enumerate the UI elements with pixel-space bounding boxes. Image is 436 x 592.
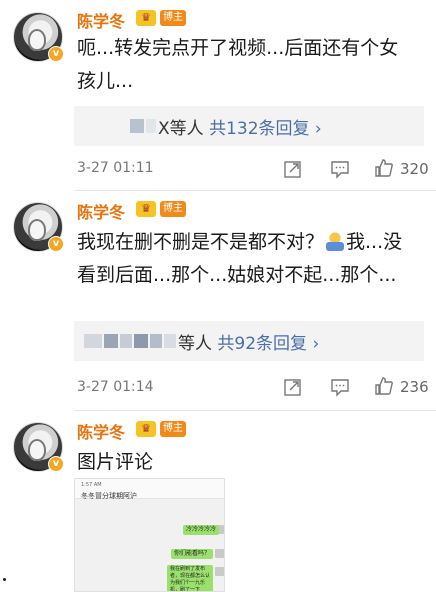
reply-count-link[interactable]: 共92条回复 [217,334,307,354]
blurred-username [120,334,132,348]
like-count: 320 [400,160,429,178]
verified-badge-icon: v [48,46,64,62]
chevron-right-icon: › [312,334,320,354]
like-count: 236 [400,378,429,396]
like-icon[interactable] [374,376,394,396]
comment-icon[interactable] [330,159,350,179]
chat-bubble: 冷冷冷冷冷 [183,525,220,535]
author-name[interactable]: 陈学冬 [77,8,125,32]
blurred-username [84,334,102,348]
comment-item-1: v 陈学冬 ♛ 博主 呃...转发完点开了视频...后面还有个女孩儿... X等… [0,0,436,190]
author-tag: 博主 [160,201,186,217]
chevron-right-icon: › [314,119,322,139]
reply-summary[interactable]: 等人 共92条回复 › [74,321,424,361]
chat-status-bar: 1:57 AM [81,482,102,488]
blurred-username [150,334,162,348]
like-icon[interactable] [374,158,394,178]
chat-bubble: 我在刷到了发布者，现在都怎么认为我们个一九乐机，刷了一下 [167,565,213,591]
comment-text: 我现在删不删是不是都不对？ 我...没看到后面...那个...姑娘对不起...那个… [77,226,417,292]
chat-title: 冬冬冒分球期阿沪 [81,492,137,500]
blurred-username [130,119,144,133]
reply-count-link[interactable]: 共132条回复 [209,119,309,139]
author-name[interactable]: 陈学冬 [77,199,125,223]
blurred-username [104,334,118,348]
comment-icon[interactable] [330,377,350,397]
crown-icon: ♛ [136,421,156,437]
list-bullet [3,578,6,581]
timestamp: 3-27 01:14 [77,379,154,395]
chat-avatar [215,549,224,558]
verified-badge-icon: v [48,456,64,472]
comment-text-part: 我现在删不删是不是都不对？ [77,231,325,253]
blurred-username [134,334,148,348]
chat-bubble: 你们能看吗？ [171,549,214,559]
reply-users-suffix: 等人 [178,334,212,354]
author-tag: 博主 [160,421,186,437]
crown-icon: ♛ [136,201,156,217]
share-icon[interactable] [283,159,303,179]
reply-text: X等人 共132条回复 › [158,114,322,139]
timestamp: 3-27 01:11 [77,160,154,176]
reply-users-suffix: X等人 [158,119,204,139]
blurred-username [164,334,176,348]
crown-icon: ♛ [136,10,156,26]
verified-badge-icon: v [48,236,64,252]
reply-summary[interactable]: X等人 共132条回复 › [74,106,424,146]
blurred-username [146,119,156,133]
emoji-icon [326,231,345,251]
comment-image[interactable]: 1:57 AM 冬冬冒分球期阿沪 冷冷冷冷冷 你们能看吗？ 我在刷到了发布者，现… [74,478,225,592]
comment-text: 呃...转发完点开了视频...后面还有个女孩儿... [77,37,399,92]
share-icon[interactable] [283,377,303,397]
author-tag: 博主 [160,10,186,26]
author-name[interactable]: 陈学冬 [77,419,125,443]
chat-avatar [215,567,224,576]
reply-text: 等人 共92条回复 › [178,329,319,354]
comment-text: 图片评论 [77,451,154,473]
comment-item-2: v 陈学冬 ♛ 博主 我现在删不删是不是都不对？ 我...没看到后面...那个..… [0,190,436,410]
